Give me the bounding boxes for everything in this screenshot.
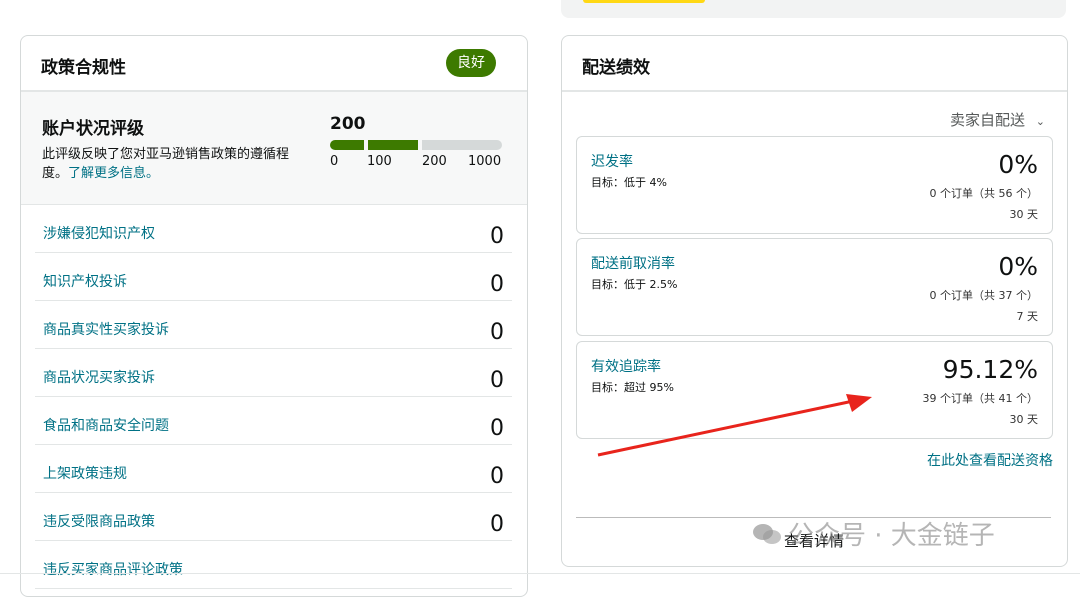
policy-item-count: 0 <box>490 464 504 489</box>
policy-item-count: 0 <box>490 224 504 249</box>
chevron-down-icon: ⌄ <box>1035 115 1045 128</box>
rating-title: 账户状况评级 <box>42 119 144 139</box>
shipping-card-header: 配送绩效 <box>562 36 1067 92</box>
arrow-head <box>846 394 872 412</box>
metric-card: 配送前取消率 目标：低于 2.5% 0% 0 个订单（共 37 个） 7 天 <box>576 238 1053 336</box>
account-health-rating: 账户状况评级 此评级反映了您对亚马逊销售政策的遵循程度。了解更多信息。 200 … <box>21 92 527 205</box>
rating-bar-segment-2 <box>368 140 418 150</box>
rating-scale-tick: 0 <box>330 154 339 169</box>
metric-name-link[interactable]: 迟发率 <box>591 151 633 171</box>
yellow-button-edge[interactable] <box>583 0 705 3</box>
policy-card-title: 政策合规性 <box>41 58 126 78</box>
policy-item-count: 0 <box>490 320 504 345</box>
rating-description: 此评级反映了您对亚马逊销售政策的遵循程度。了解更多信息。 <box>42 145 300 183</box>
shipping-card-title: 配送绩效 <box>582 58 650 78</box>
learn-more-link[interactable]: 了解更多信息。 <box>68 166 159 181</box>
wechat-icon <box>753 523 781 544</box>
rating-scale-tick: 100 <box>367 154 392 169</box>
policy-item-link[interactable]: 违反受限商品政策 <box>43 511 155 531</box>
policy-item-link[interactable]: 违反买家商品评论政策 <box>43 559 183 579</box>
metric-card: 迟发率 目标：低于 4% 0% 0 个订单（共 56 个） 30 天 <box>576 136 1053 234</box>
policy-item: 知识产权投诉 0 <box>35 252 512 301</box>
policy-item-count: 0 <box>490 416 504 441</box>
policy-item-link[interactable]: 食品和商品安全问题 <box>43 415 169 435</box>
page-bottom-border <box>0 573 1080 574</box>
top-panel-edge <box>561 0 1066 18</box>
red-annotation-arrow <box>597 394 872 457</box>
metric-value: 0% <box>998 150 1038 179</box>
fulfillment-selector[interactable]: 卖家自配送 ⌄ <box>950 109 1045 130</box>
policy-item-link[interactable]: 知识产权投诉 <box>43 271 127 291</box>
shipping-eligibility-link[interactable]: 在此处查看配送资格 <box>927 450 1053 470</box>
metric-name-link[interactable]: 配送前取消率 <box>591 253 675 273</box>
metric-target: 目标：低于 4% <box>591 176 667 189</box>
rating-bar-segment-3 <box>422 140 502 150</box>
status-badge: 良好 <box>446 49 496 77</box>
policy-item: 违反受限商品政策 0 <box>35 492 512 541</box>
rating-scale-tick: 200 <box>422 154 447 169</box>
arrow-shaft <box>597 398 859 457</box>
policy-item-link[interactable]: 商品真实性买家投诉 <box>43 319 169 339</box>
policy-item: 上架政策违规 0 <box>35 444 512 493</box>
watermark-text: 公众号 · 大金链子 <box>788 521 995 551</box>
policy-item-link[interactable]: 上架政策违规 <box>43 463 127 483</box>
policy-item: 涉嫌侵犯知识产权 0 <box>35 204 512 253</box>
policy-compliance-card: 政策合规性 良好 账户状况评级 此评级反映了您对亚马逊销售政策的遵循程度。了解更… <box>20 35 528 597</box>
rating-score: 200 <box>330 114 366 134</box>
fulfillment-selector-label: 卖家自配送 <box>949 111 1025 129</box>
policy-item: 商品状况买家投诉 0 <box>35 348 512 397</box>
shipping-performance-card: 配送绩效 卖家自配送 ⌄ 迟发率 目标：低于 4% 0% 0 个订单（共 56 … <box>561 35 1068 567</box>
policy-item-link[interactable]: 涉嫌侵犯知识产权 <box>43 223 155 243</box>
metric-name-link[interactable]: 有效追踪率 <box>591 356 661 376</box>
metric-value: 0% <box>998 252 1038 281</box>
metric-orders: 0 个订单（共 56 个） <box>929 187 1039 200</box>
policy-item-count: 0 <box>490 272 504 297</box>
policy-card-header: 政策合规性 良好 <box>21 36 527 92</box>
rating-scale-tick: 1000 <box>468 154 502 169</box>
policy-item-count: 0 <box>490 512 504 537</box>
watermark: 公众号 · 大金链子 <box>752 515 995 552</box>
metric-orders: 39 个订单（共 41 个） <box>922 392 1038 405</box>
policy-item-link[interactable]: 商品状况买家投诉 <box>43 367 155 387</box>
policy-item-count: 0 <box>490 368 504 393</box>
metric-period: 7 天 <box>1016 310 1039 323</box>
metric-value: 95.12% <box>942 355 1038 384</box>
metric-period: 30 天 <box>1009 413 1039 426</box>
policy-item: 商品真实性买家投诉 0 <box>35 300 512 349</box>
metric-period: 30 天 <box>1009 208 1039 221</box>
policy-item: 违反买家商品评论政策 <box>35 540 512 589</box>
policy-item: 食品和商品安全问题 0 <box>35 396 512 445</box>
metric-target: 目标：低于 2.5% <box>591 278 678 291</box>
rating-bar-segment-1 <box>330 140 364 150</box>
metric-orders: 0 个订单（共 37 个） <box>929 289 1039 302</box>
